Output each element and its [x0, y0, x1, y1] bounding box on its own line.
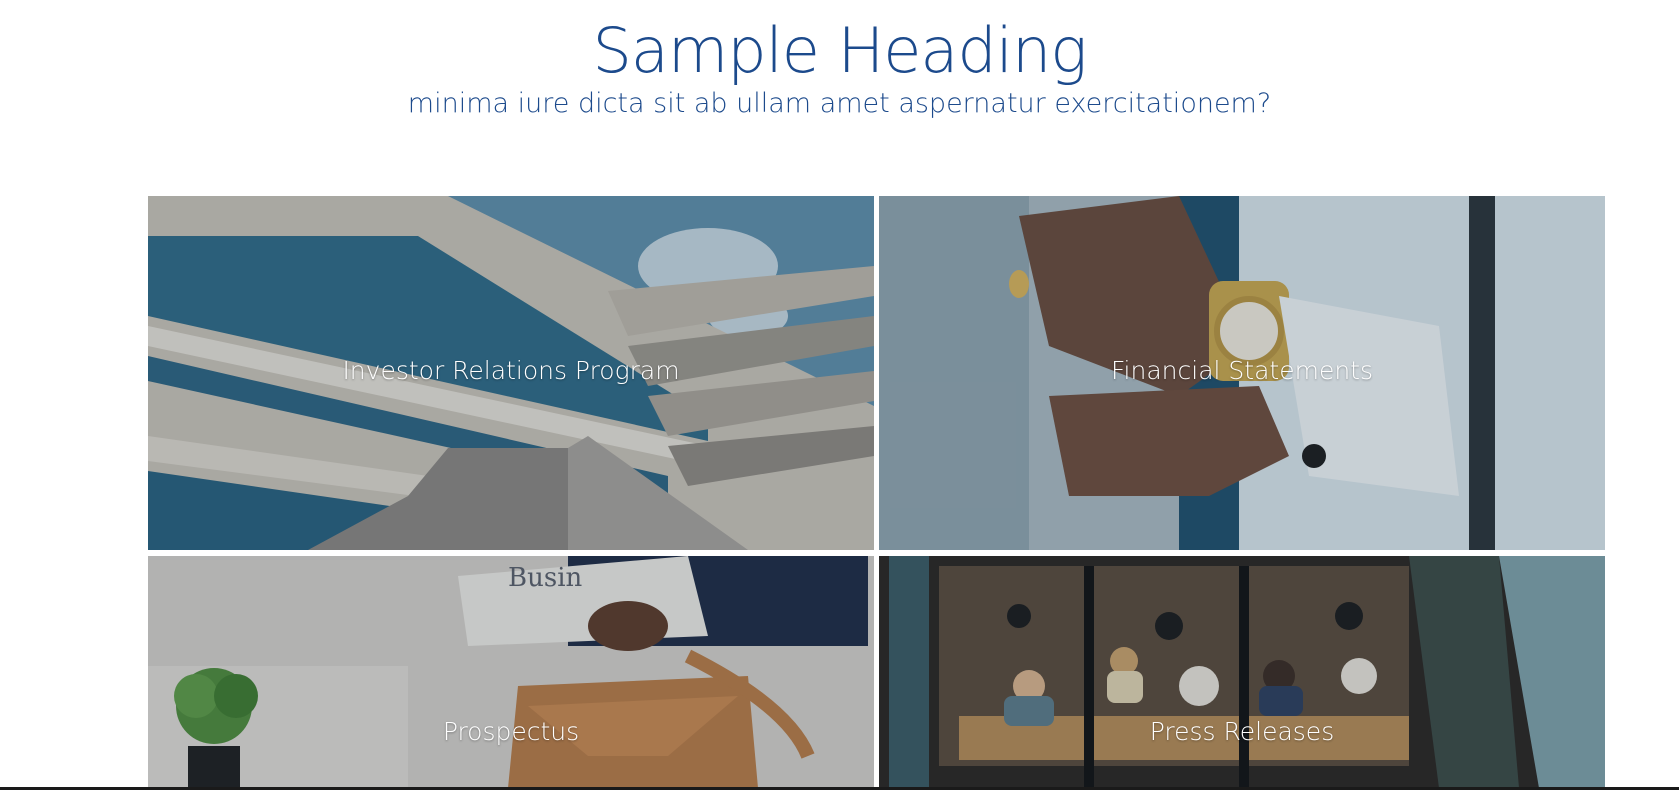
tile-overlay	[148, 556, 874, 788]
tile-press-releases[interactable]: Press Releases	[879, 556, 1605, 788]
tile-investor-relations-program[interactable]: Investor Relations Program	[148, 196, 874, 550]
tile-prospectus[interactable]: Busin Prospectus	[148, 556, 874, 788]
page-title: Sample Heading	[592, 14, 1087, 87]
tile-label: Financial Statements	[1111, 356, 1373, 385]
tile-financial-statements[interactable]: Financial Statements	[879, 196, 1605, 550]
tile-label: Investor Relations Program	[342, 356, 680, 385]
tile-overlay	[879, 556, 1605, 788]
tile-label: Press Releases	[1149, 717, 1335, 746]
tile-label: Prospectus	[442, 717, 580, 746]
page-subtitle: minima iure dicta sit ab ullam amet aspe…	[407, 88, 1272, 119]
